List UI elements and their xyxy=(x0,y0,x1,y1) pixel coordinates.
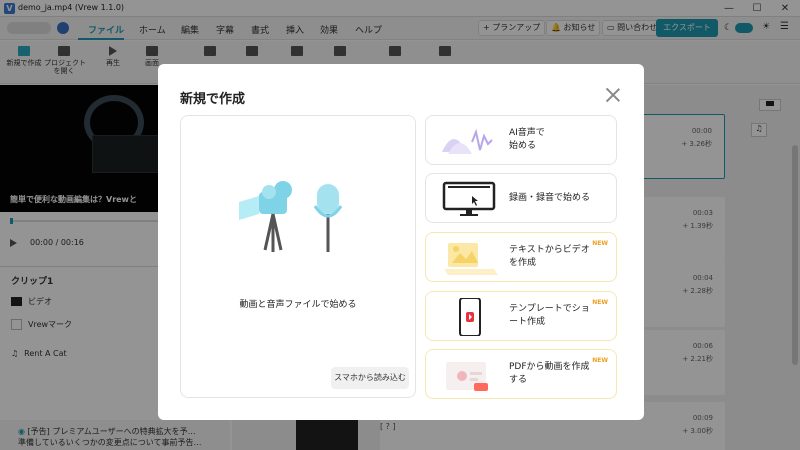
monitor-illustration xyxy=(442,181,496,216)
pdf-to-video-option[interactable]: PDFから動画を作成 する NEW xyxy=(425,349,617,399)
record-option[interactable]: 録画・録音で始める xyxy=(425,173,617,223)
template-short-option[interactable]: テンプレートでショ ート作成 NEW xyxy=(425,291,617,341)
camera-mic-illustration xyxy=(239,181,343,252)
start-from-media-card[interactable]: 動画と音声ファイルで始める スマホから読み込む xyxy=(180,115,416,398)
dialog-title: 新規で作成 xyxy=(180,92,246,107)
ai-voice-option[interactable]: AI音声で 始める xyxy=(425,115,617,165)
text-to-video-option[interactable]: テキストからビデオ を作成 NEW xyxy=(425,232,617,282)
start-from-media-label: 動画と音声ファイルで始める xyxy=(239,300,357,310)
app-window: V demo_ja.mp4 (Vrew 1.1.0) — ☐ ✕ ファイル ホー… xyxy=(0,0,800,450)
record-label: 録画・録音で始める xyxy=(509,192,591,203)
new-project-dialog: 新規で作成 動画と音声ファイルで始める スマホから読み込む AI音声で 始める … xyxy=(158,64,644,420)
new-badge: NEW xyxy=(592,240,608,247)
close-icon[interactable] xyxy=(606,88,620,102)
phone-shorts-illustration xyxy=(459,298,481,336)
new-badge: NEW xyxy=(592,357,608,364)
ai-voice-illustration xyxy=(442,128,493,154)
text-to-video-illustration xyxy=(444,243,498,275)
smartphone-import-button[interactable]: スマホから読み込む xyxy=(331,367,409,389)
pdf-illustration xyxy=(446,362,488,391)
new-badge: NEW xyxy=(592,299,608,306)
ai-voice-label: AI音声で 始める xyxy=(509,128,545,151)
